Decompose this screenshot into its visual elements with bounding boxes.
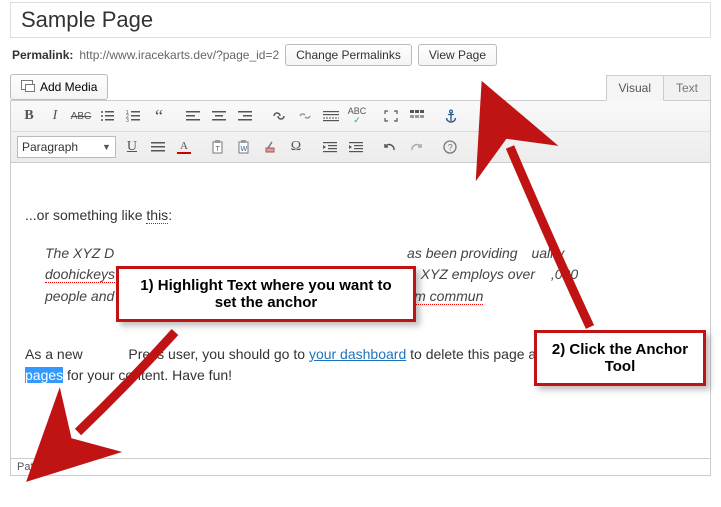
editor-text: Press user, you should go to <box>128 346 309 362</box>
blockquote-icon[interactable]: “ <box>147 105 171 127</box>
chevron-down-icon: ▼ <box>102 142 111 152</box>
editor-text: ...or something like <box>25 207 146 223</box>
align-left-icon[interactable] <box>181 105 205 127</box>
page-title[interactable]: Sample Page <box>21 7 700 33</box>
permalink-label: Permalink: <box>12 48 73 62</box>
bullet-list-icon[interactable] <box>95 105 119 127</box>
underline-icon[interactable]: U <box>120 136 144 158</box>
add-media-button[interactable]: Add Media <box>10 74 108 100</box>
help-icon[interactable]: ? <box>438 136 462 158</box>
media-icon <box>21 80 35 94</box>
editor-text: : <box>168 207 172 223</box>
numbered-list-icon[interactable]: 123 <box>121 105 145 127</box>
dashboard-link[interactable]: your dashboard <box>309 346 406 362</box>
anchor-icon[interactable] <box>439 105 463 127</box>
change-permalinks-button[interactable]: Change Permalinks <box>285 44 412 66</box>
align-justify-icon[interactable] <box>146 136 170 158</box>
remove-formatting-icon[interactable] <box>258 136 282 158</box>
svg-text:3: 3 <box>126 118 129 122</box>
svg-text:T: T <box>216 146 221 153</box>
text-color-icon[interactable]: A <box>172 136 196 158</box>
permalink-row: Permalink: http://www.iracekarts.dev/?pa… <box>12 44 709 66</box>
fullscreen-icon[interactable] <box>379 105 403 127</box>
strikethrough-icon[interactable]: ABC <box>69 105 93 127</box>
view-page-button[interactable]: View Page <box>418 44 497 66</box>
editor-tabs: Visual Text <box>606 74 711 100</box>
svg-text:W: W <box>241 146 248 153</box>
align-center-icon[interactable] <box>207 105 231 127</box>
link-icon[interactable] <box>267 105 291 127</box>
format-select[interactable]: Paragraph ▼ <box>17 136 116 158</box>
highlighted-text[interactable]: pages <box>25 367 63 383</box>
spellcheck-icon[interactable]: ABC✓ <box>345 105 369 127</box>
add-media-label: Add Media <box>40 80 97 94</box>
path-label: Path: <box>17 461 43 473</box>
annotation-step2: 2) Click the Anchor Tool <box>534 330 706 386</box>
outdent-icon[interactable] <box>318 136 342 158</box>
tab-visual[interactable]: Visual <box>606 75 664 101</box>
path-value: p <box>46 461 52 473</box>
paste-word-icon[interactable]: W <box>232 136 256 158</box>
more-tag-icon[interactable] <box>319 105 343 127</box>
svg-text:?: ? <box>448 143 453 153</box>
tab-text[interactable]: Text <box>663 75 711 101</box>
redo-icon[interactable] <box>404 136 428 158</box>
bold-icon[interactable]: B <box>17 105 41 127</box>
editor-text: for your content. Have fun! <box>63 367 232 383</box>
indent-icon[interactable] <box>344 136 368 158</box>
undo-icon[interactable] <box>378 136 402 158</box>
italic-icon[interactable]: I <box>43 105 67 127</box>
special-char-icon[interactable]: Ω <box>284 136 308 158</box>
permalink-url: http://www.iracekarts.dev/?page_id=2 <box>79 48 279 62</box>
path-bar: Path: p <box>10 459 711 476</box>
annotation-step1: 1) Highlight Text where you want to set … <box>116 266 416 322</box>
align-right-icon[interactable] <box>233 105 257 127</box>
editor-text: this <box>146 207 168 224</box>
editor-text: As a new <box>25 346 83 362</box>
editor-toolbar: B I ABC 123 “ ABC✓ Paragraph ▼ U A T <box>10 100 711 163</box>
unlink-icon[interactable] <box>293 105 317 127</box>
format-select-label: Paragraph <box>22 140 78 154</box>
kitchen-sink-icon[interactable] <box>405 105 429 127</box>
paste-text-icon[interactable]: T <box>206 136 230 158</box>
